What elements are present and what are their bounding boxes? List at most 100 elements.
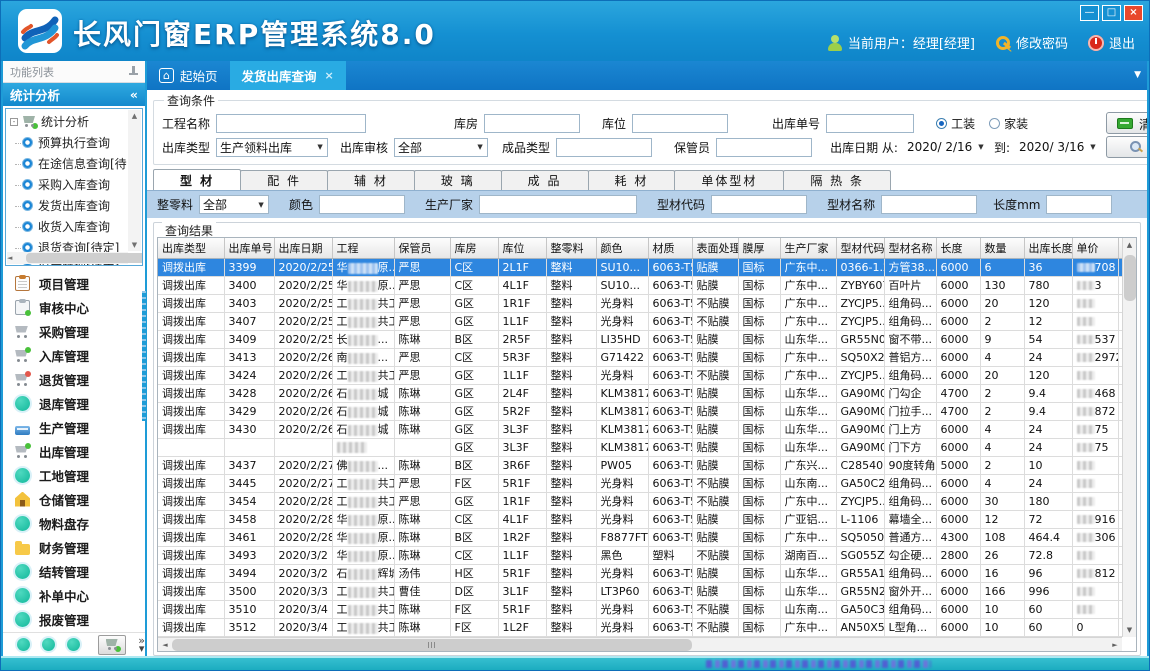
table-row[interactable]: 调拨出库34942020/3/2石辉城汤伟H区5R1F整料光身料6063-T5贴… — [158, 564, 1137, 582]
table-row[interactable]: 调拨出库34092020/2/25长...陈琳B区2R5F整料LI35HD606… — [158, 330, 1137, 348]
manufacturer-input[interactable] — [479, 195, 637, 214]
tree-item-采购入库查询[interactable]: 采购入库查询 — [6, 174, 142, 195]
column-header-库房[interactable]: 库房 — [450, 238, 498, 258]
table-row[interactable]: 调拨出库34612020/2/28华原...陈琳B区1R2F整料F8877FT6… — [158, 528, 1137, 546]
column-header-型材代码[interactable]: 型材代码 — [836, 238, 884, 258]
radio-gongzhuang[interactable]: 工装 — [936, 115, 975, 132]
column-header-出库单号[interactable]: 出库单号 — [224, 238, 274, 258]
table-row[interactable]: 调拨出库34302020/2/26石城陈琳G区3L3F整料KLM38176063… — [158, 420, 1137, 438]
tree-item-在途信息查询[待[interactable]: 在途信息查询[待 — [6, 153, 142, 174]
color-input[interactable] — [319, 195, 405, 214]
clear-conditions-button[interactable]: 清空条件 — [1106, 112, 1147, 134]
column-header-长度[interactable]: 长度 — [936, 238, 980, 258]
length-input[interactable] — [1046, 195, 1112, 214]
overflow-chevron[interactable]: »▾ — [138, 637, 145, 653]
module-shortcut-icon[interactable] — [17, 638, 30, 651]
profile-name-input[interactable] — [881, 195, 977, 214]
column-header-整零料[interactable]: 整零料 — [546, 238, 596, 258]
material-tab-辅材[interactable]: 辅 材 — [327, 170, 415, 190]
column-header-膜厚[interactable]: 膜厚 — [738, 238, 780, 258]
module-shortcut-icon[interactable] — [42, 638, 55, 651]
horizontal-scroll-thumb[interactable] — [172, 639, 692, 651]
material-tab-单体型材[interactable]: 单体型材 — [674, 170, 784, 190]
location-input[interactable] — [632, 114, 728, 133]
material-tab-玻璃[interactable]: 玻 璃 — [414, 170, 502, 190]
table-row[interactable]: 调拨出库34032020/2/25工共工程严思G区1R1F整料光身料6063-T… — [158, 294, 1137, 312]
sidebar-item-结转管理[interactable]: 结转管理 — [3, 559, 145, 583]
tab-close-icon[interactable]: × — [325, 69, 334, 82]
out-audit-select[interactable]: 全部 ▼ — [394, 138, 488, 157]
table-row[interactable]: 调拨出库34932020/3/2华原...陈琳C区1L1F整料黑色塑料不贴膜国标… — [158, 546, 1137, 564]
minimize-button[interactable]: — — [1080, 5, 1099, 21]
sidebar-item-出库管理[interactable]: 出库管理 — [3, 439, 145, 463]
product-type-input[interactable] — [556, 138, 652, 157]
tree-expander-icon[interactable]: - — [10, 118, 18, 126]
grid-horizontal-scrollbar[interactable]: ◄► — [158, 637, 1122, 651]
table-row[interactable]: 调拨出库34582020/2/28华原...陈琳C区4L1F整料光身料6063-… — [158, 510, 1137, 528]
date-to-picker[interactable]: 2020/ 3/16 ▼ — [1016, 138, 1100, 157]
sidebar-splitter[interactable] — [142, 291, 146, 421]
section-header-statistics[interactable]: 统计分析 « — [3, 83, 145, 106]
tree-horizontal-scrollbar[interactable]: ◄► — [7, 252, 128, 264]
table-row[interactable]: G区3L3F整料KLM38176063-T5贴膜国标山东华...GA90M09.… — [158, 438, 1137, 456]
pin-icon[interactable] — [129, 66, 138, 77]
search-button[interactable]: 查 询 — [1106, 136, 1147, 158]
material-tab-配件[interactable]: 配 件 — [240, 170, 328, 190]
sidebar-item-财务管理[interactable]: 财务管理 — [3, 535, 145, 559]
column-header-库位[interactable]: 库位 — [498, 238, 546, 258]
column-header-材质[interactable]: 材质 — [648, 238, 692, 258]
table-row[interactable]: 调拨出库35002020/3/3工共工程曹佳D区3L1F整料LT3P606063… — [158, 582, 1137, 600]
material-tab-型材[interactable]: 型 材 — [153, 169, 241, 190]
tree-item-收货入库查询[interactable]: 收货入库查询 — [6, 216, 142, 237]
sidebar-item-项目管理[interactable]: 项目管理 — [3, 271, 145, 295]
vertical-scroll-thumb[interactable] — [1124, 255, 1136, 301]
order-no-input[interactable] — [826, 114, 914, 133]
tree-item-发货出库查询[interactable]: 发货出库查询 — [6, 195, 142, 216]
table-row[interactable]: 调拨出库34282020/2/26石城陈琳G区2L4F整料KLM38176063… — [158, 384, 1137, 402]
out-type-select[interactable]: 生产领料出库 ▼ — [216, 138, 328, 157]
logout-button[interactable]: 退出 — [1088, 33, 1135, 52]
close-button[interactable]: × — [1124, 5, 1143, 21]
sidebar-item-采购管理[interactable]: 采购管理 — [3, 319, 145, 343]
column-header-出库长度[interactable]: 出库长度 — [1024, 238, 1072, 258]
material-tab-成品[interactable]: 成 品 — [501, 170, 589, 190]
maximize-button[interactable]: □ — [1102, 5, 1121, 21]
column-header-数量[interactable]: 数量 — [980, 238, 1024, 258]
material-tab-耗材[interactable]: 耗 材 — [588, 170, 676, 190]
tab-home[interactable]: ⌂ 起始页 — [147, 61, 230, 90]
sidebar-item-物料盘存[interactable]: 物料盘存 — [3, 511, 145, 535]
sidebar-item-工地管理[interactable]: 工地管理 — [3, 463, 145, 487]
table-row[interactable]: 调拨出库34292020/2/26石城陈琳G区5R2F整料KLM38176063… — [158, 402, 1137, 420]
material-tab-隔热条[interactable]: 隔 热 条 — [783, 170, 891, 190]
column-header-工程[interactable]: 工程 — [332, 238, 394, 258]
sidebar-item-退货管理[interactable]: 退货管理 — [3, 367, 145, 391]
column-header-颜色[interactable]: 颜色 — [596, 238, 648, 258]
sidebar-item-审核中心[interactable]: 审核中心 — [3, 295, 145, 319]
column-header-保管员[interactable]: 保管员 — [394, 238, 450, 258]
tree-root-node[interactable]: - 统计分析 — [6, 109, 142, 132]
module-shortcut-icon[interactable] — [67, 638, 80, 651]
table-row[interactable]: 调拨出库34542020/2/28工共工程严思G区1R1F整料光身料6063-T… — [158, 492, 1137, 510]
table-row[interactable]: 调拨出库34002020/2/25华原...严思C区4L1F整料SU10...6… — [158, 276, 1137, 294]
tab-list-dropdown-icon[interactable]: ▼ — [1134, 70, 1141, 80]
column-header-出库类型[interactable]: 出库类型 — [158, 238, 224, 258]
table-row[interactable]: 调拨出库34242020/2/26工共工程严思G区1L1F整料光身料6063-T… — [158, 366, 1137, 384]
tree-item-预算执行查询[interactable]: 预算执行查询 — [6, 132, 142, 153]
table-row[interactable]: 调拨出库34072020/2/25工共工程严思G区1L1F整料光身料6063-T… — [158, 312, 1137, 330]
tree-vertical-scrollbar[interactable]: ▲▼ — [128, 110, 141, 251]
sidebar-item-退库管理[interactable]: 退库管理 — [3, 391, 145, 415]
change-password-button[interactable]: 修改密码 — [995, 33, 1068, 52]
table-row[interactable]: 调拨出库35102020/3/4工共工程陈琳F区5R1F整料光身料6063-T5… — [158, 600, 1137, 618]
whole-part-select[interactable]: 全部 ▼ — [199, 195, 269, 214]
sidebar-item-生产管理[interactable]: 生产管理 — [3, 415, 145, 439]
column-header-单价[interactable]: 单价 — [1072, 238, 1118, 258]
table-row[interactable]: 调拨出库34372020/2/27佛...陈琳B区3R6F整料PW056063-… — [158, 456, 1137, 474]
date-from-picker[interactable]: 2020/ 2/16 ▼ — [904, 138, 988, 157]
column-header-表面处理[interactable]: 表面处理 — [692, 238, 738, 258]
sidebar-item-入库管理[interactable]: 入库管理 — [3, 343, 145, 367]
sidebar-item-仓储管理[interactable]: 仓储管理 — [3, 487, 145, 511]
table-row[interactable]: 调拨出库33992020/2/25华原...严思C区2L1F整料SU10...6… — [158, 258, 1137, 276]
grid-vertical-scrollbar[interactable]: ▲▼ — [1122, 238, 1136, 637]
sidebar-item-补单中心[interactable]: 补单中心 — [3, 583, 145, 607]
column-header-生产厂家[interactable]: 生产厂家 — [780, 238, 836, 258]
